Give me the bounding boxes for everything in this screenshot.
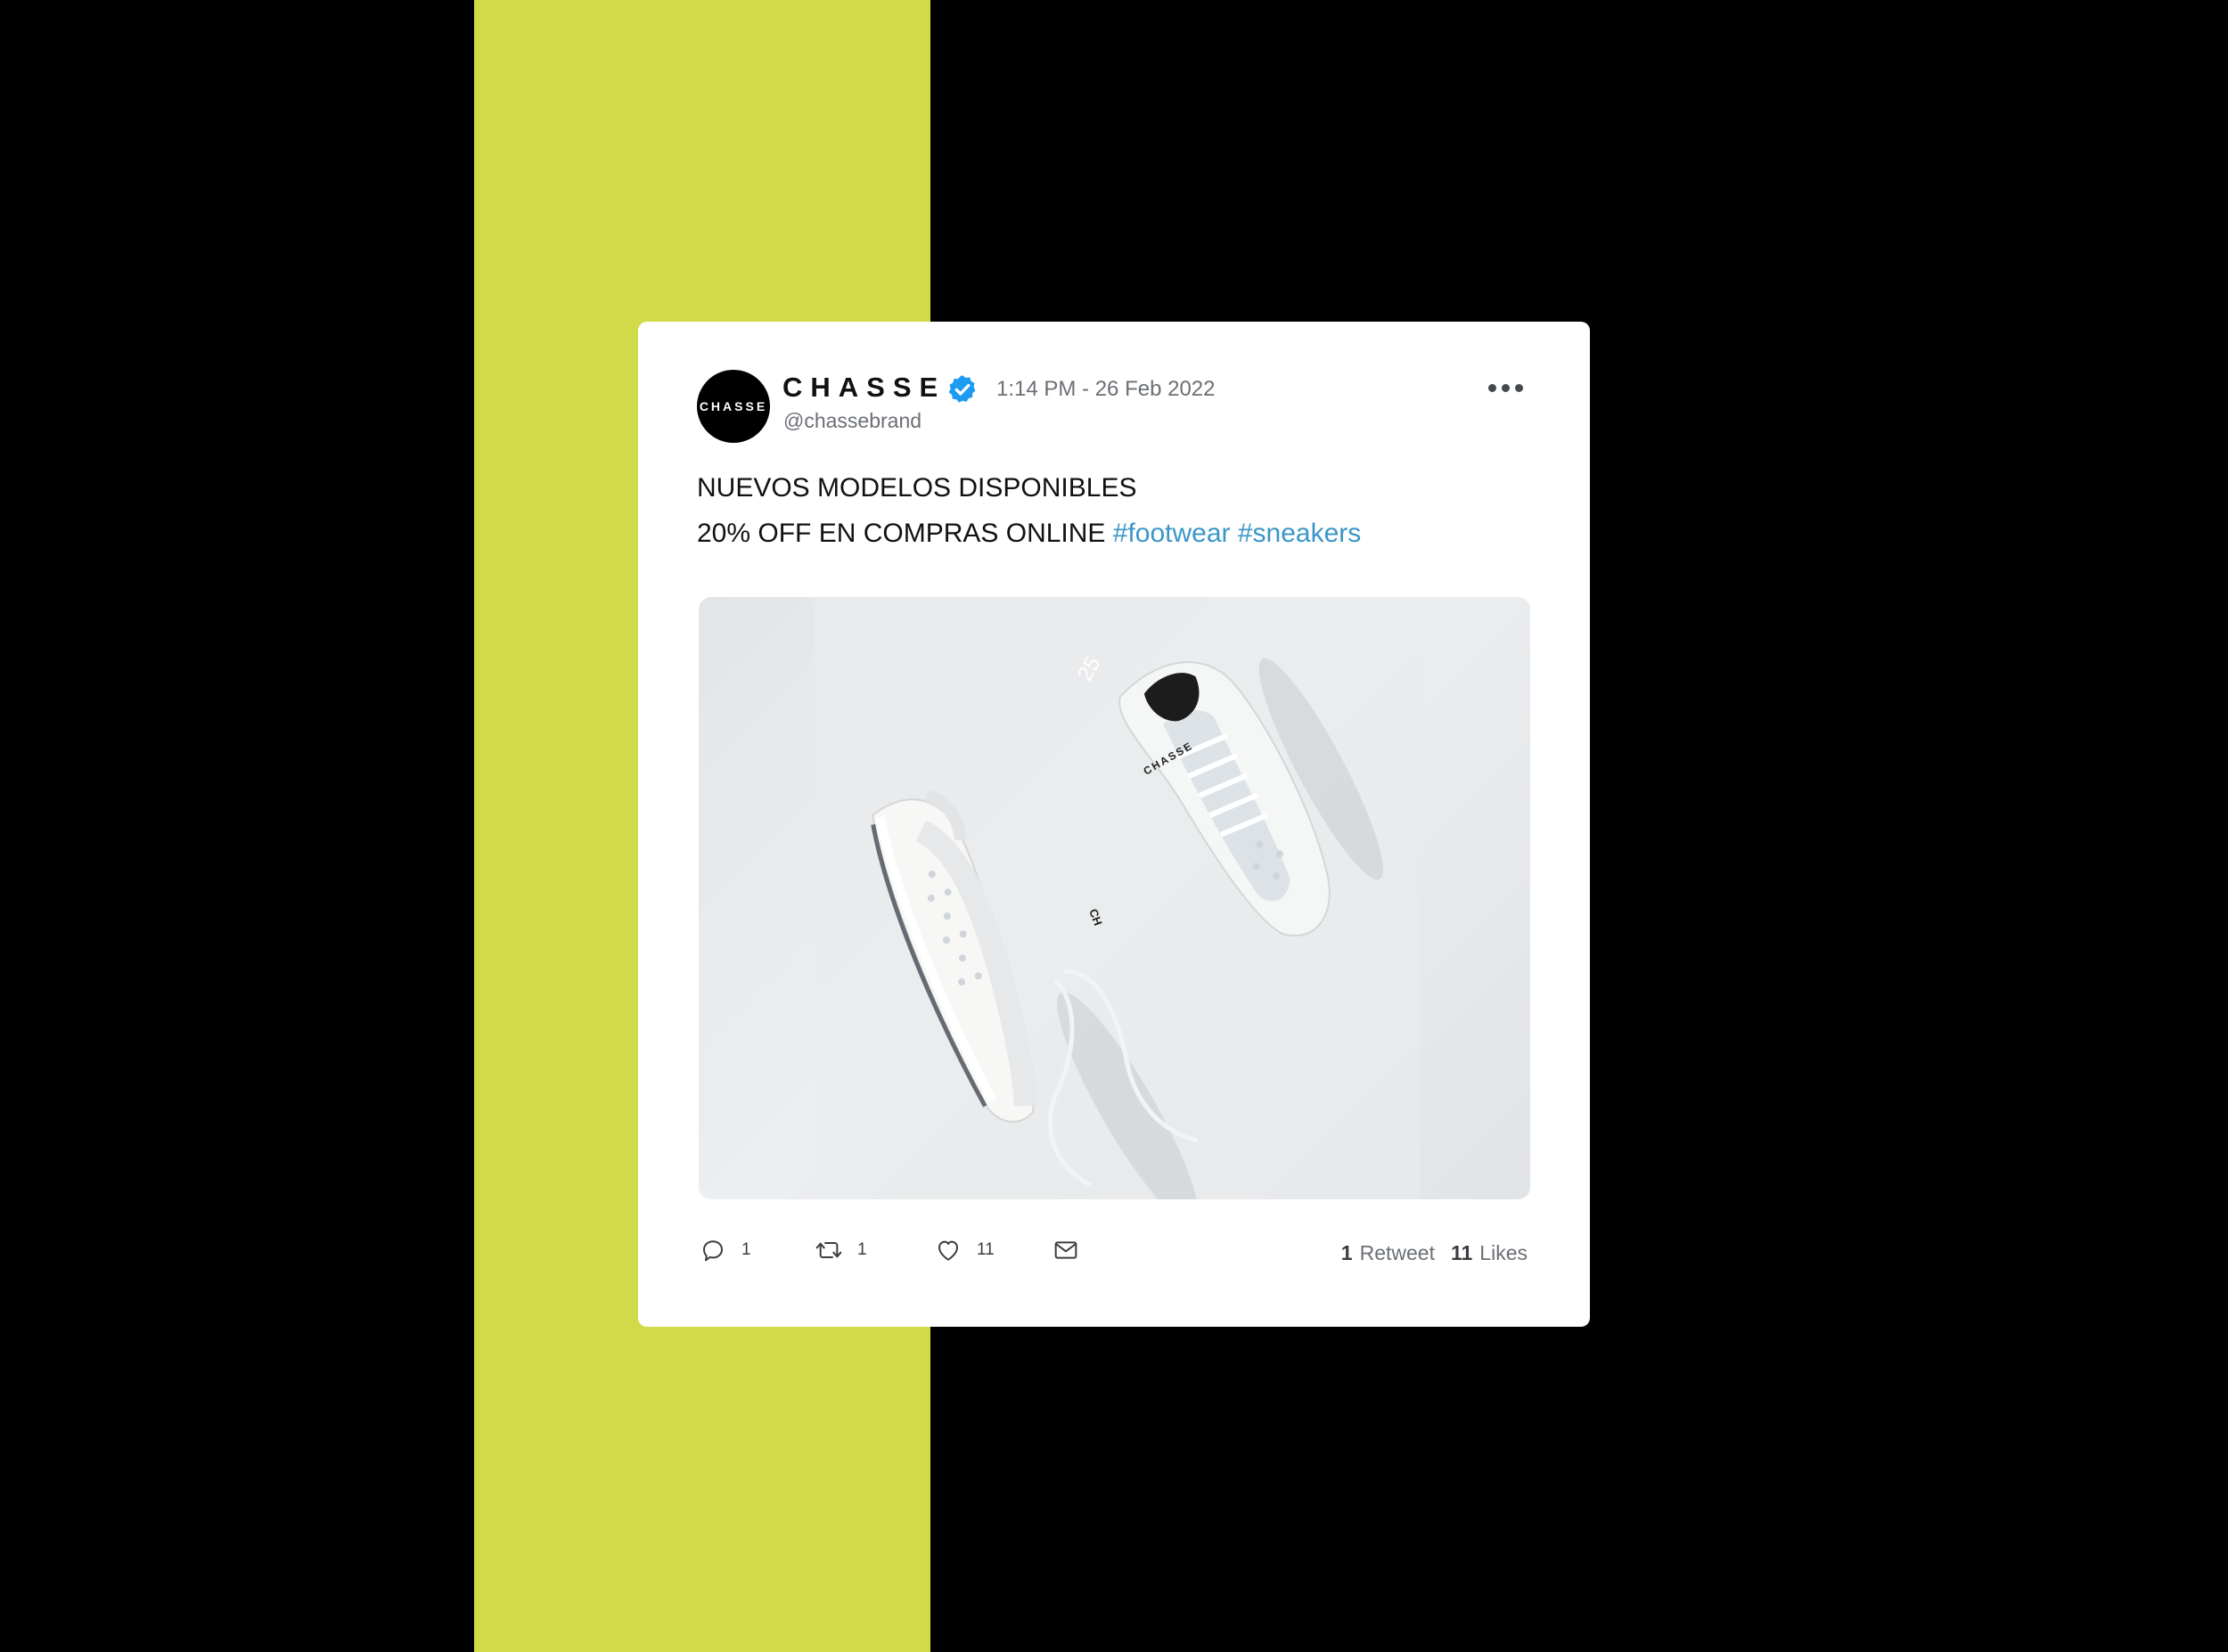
hashtag-footwear[interactable]: #footwear bbox=[1113, 519, 1231, 548]
dot bbox=[1515, 384, 1523, 392]
retweet-count: 1 bbox=[857, 1240, 867, 1259]
more-dots-icon[interactable] bbox=[1488, 384, 1523, 392]
hashtag-sneakers[interactable]: #sneakers bbox=[1238, 519, 1361, 548]
tweet-text-promo: 20% OFF EN COMPRAS ONLINE bbox=[697, 519, 1106, 548]
retweets-label: Retweet bbox=[1359, 1241, 1435, 1264]
likes-stat[interactable]: 11 Likes bbox=[1451, 1241, 1528, 1265]
reply-button[interactable]: 1 bbox=[699, 1236, 751, 1264]
display-name[interactable]: CHASSE bbox=[782, 372, 946, 404]
tweet-photo[interactable]: CH 25 CHASSE bbox=[699, 597, 1530, 1199]
dot bbox=[1502, 384, 1510, 392]
avatar[interactable]: CHASSE bbox=[697, 370, 770, 443]
retweets-stat[interactable]: 1 Retweet bbox=[1341, 1241, 1435, 1265]
likes-count: 11 bbox=[1450, 1241, 1473, 1264]
reply-count: 1 bbox=[741, 1240, 751, 1259]
like-count: 11 bbox=[977, 1240, 995, 1259]
heart-icon bbox=[938, 1240, 958, 1261]
like-button[interactable]: 11 bbox=[934, 1236, 995, 1264]
tweet-text-line1: NUEVOS MODELOS DISPONIBLES bbox=[697, 473, 1137, 503]
avatar-logo-text: CHASSE bbox=[699, 399, 768, 413]
retweet-icon bbox=[815, 1242, 842, 1258]
timestamp[interactable]: 1:14 PM - 26 Feb 2022 bbox=[996, 377, 1215, 402]
tweet-text-line2: 20% OFF EN COMPRAS ONLINE #footwear #sne… bbox=[697, 519, 1361, 549]
tweet-stats: 1 Retweet 11 Likes bbox=[1341, 1241, 1528, 1265]
mail-icon bbox=[1054, 1241, 1077, 1259]
dot bbox=[1488, 384, 1496, 392]
sneakers-image: CH 25 CHASSE bbox=[815, 597, 1421, 1199]
reply-icon bbox=[703, 1240, 723, 1262]
user-handle[interactable]: @chassebrand bbox=[783, 409, 922, 433]
likes-label: Likes bbox=[1479, 1241, 1528, 1264]
verified-badge-icon bbox=[948, 375, 976, 403]
retweet-button[interactable]: 1 bbox=[815, 1236, 867, 1264]
retweets-count: 1 bbox=[1340, 1241, 1353, 1264]
tweet-card: CHASSE CHASSE 1:14 PM - 26 Feb 2022 @cha… bbox=[638, 322, 1590, 1327]
message-button[interactable] bbox=[1052, 1236, 1080, 1264]
